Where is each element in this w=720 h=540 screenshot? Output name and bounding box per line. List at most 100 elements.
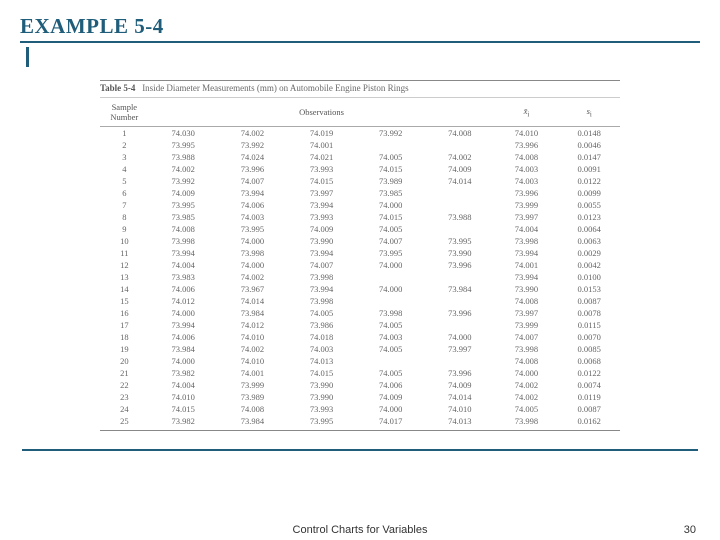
cell-observation: 74.007 (218, 175, 287, 187)
cell-observation: 73.989 (356, 175, 425, 187)
col-sample-number: Sample Number (100, 98, 149, 127)
cell-observation: 73.994 (149, 247, 218, 259)
cell-sample-number: 18 (100, 331, 149, 343)
example-heading: EXAMPLE 5-4 (20, 14, 700, 43)
cell-s: 0.0063 (558, 235, 620, 247)
cell-observation: 74.008 (425, 127, 494, 140)
cell-sample-number: 24 (100, 403, 149, 415)
cell-observation (356, 271, 425, 283)
cell-observation: 74.002 (218, 127, 287, 140)
cell-xbar: 73.990 (494, 283, 558, 295)
cell-sample-number: 22 (100, 379, 149, 391)
cell-observation: 73.994 (218, 187, 287, 199)
cell-observation: 73.996 (425, 259, 494, 271)
cell-observation (356, 295, 425, 307)
cell-observation (425, 319, 494, 331)
cell-observation: 74.000 (356, 403, 425, 415)
cell-sample-number: 16 (100, 307, 149, 319)
table-row: 2074.00074.01074.01374.0080.0068 (100, 355, 620, 367)
cell-observation: 74.000 (425, 331, 494, 343)
cell-observation: 74.004 (149, 259, 218, 271)
cell-observation: 74.000 (149, 355, 218, 367)
table-number: Table 5-4 (100, 83, 135, 93)
cell-observation: 74.013 (287, 355, 356, 367)
cell-observation: 73.995 (149, 139, 218, 151)
cell-observation: 73.985 (356, 187, 425, 199)
cell-observation: 74.009 (356, 391, 425, 403)
cell-xbar: 73.998 (494, 235, 558, 247)
cell-observation: 74.017 (356, 415, 425, 431)
cell-observation: 74.001 (218, 367, 287, 379)
cell-sample-number: 17 (100, 319, 149, 331)
cell-s: 0.0029 (558, 247, 620, 259)
table-row: 773.99574.00673.99474.00073.9990.0055 (100, 199, 620, 211)
cell-observation: 73.992 (149, 175, 218, 187)
cell-s: 0.0064 (558, 223, 620, 235)
cell-observation: 74.010 (425, 403, 494, 415)
cell-xbar: 73.996 (494, 139, 558, 151)
cell-xbar: 73.997 (494, 307, 558, 319)
cell-observation: 74.015 (287, 175, 356, 187)
table-caption: Table 5-4 Inside Diameter Measurements (… (100, 80, 620, 98)
cell-observation (425, 355, 494, 367)
table-row: 474.00273.99673.99374.01574.00974.0030.0… (100, 163, 620, 175)
table-row: 1973.98474.00274.00374.00573.99773.9980.… (100, 343, 620, 355)
cell-observation: 73.988 (425, 211, 494, 223)
cell-observation: 74.000 (356, 259, 425, 271)
table-row: 1274.00474.00074.00774.00073.99674.0010.… (100, 259, 620, 271)
cell-sample-number: 20 (100, 355, 149, 367)
cell-observation: 74.003 (287, 343, 356, 355)
cell-observation (356, 139, 425, 151)
cell-xbar: 74.003 (494, 175, 558, 187)
cell-observation: 73.996 (425, 307, 494, 319)
cell-s: 0.0123 (558, 211, 620, 223)
col-observations: Observations (149, 98, 495, 127)
bottom-divider (22, 449, 698, 451)
table-row: 1474.00673.96773.99474.00073.98473.9900.… (100, 283, 620, 295)
cell-observation (425, 295, 494, 307)
cell-s: 0.0068 (558, 355, 620, 367)
cell-observation: 74.010 (218, 355, 287, 367)
cell-s: 0.0087 (558, 295, 620, 307)
cell-s: 0.0074 (558, 379, 620, 391)
cell-observation: 74.015 (149, 403, 218, 415)
cell-s: 0.0119 (558, 391, 620, 403)
table-row: 373.98874.02474.02174.00574.00274.0080.0… (100, 151, 620, 163)
cell-xbar: 73.997 (494, 211, 558, 223)
cell-s: 0.0087 (558, 403, 620, 415)
cell-observation: 74.009 (149, 187, 218, 199)
cell-xbar: 73.998 (494, 415, 558, 431)
cell-observation: 74.019 (287, 127, 356, 140)
cell-observation: 74.015 (356, 211, 425, 223)
cell-observation: 73.982 (149, 415, 218, 431)
cell-xbar: 74.004 (494, 223, 558, 235)
cell-s: 0.0122 (558, 367, 620, 379)
cell-observation (425, 187, 494, 199)
cell-observation: 74.012 (218, 319, 287, 331)
table-row: 573.99274.00774.01573.98974.01474.0030.0… (100, 175, 620, 187)
cell-sample-number: 3 (100, 151, 149, 163)
table-row: 1173.99473.99873.99473.99573.99073.9940.… (100, 247, 620, 259)
cell-sample-number: 13 (100, 271, 149, 283)
cell-xbar: 74.005 (494, 403, 558, 415)
table-row: 674.00973.99473.99773.98573.9960.0099 (100, 187, 620, 199)
cell-observation: 73.993 (287, 211, 356, 223)
cell-observation: 74.004 (149, 379, 218, 391)
table-row: 2474.01574.00873.99374.00074.01074.0050.… (100, 403, 620, 415)
table-row: 974.00873.99574.00974.00574.0040.0064 (100, 223, 620, 235)
cell-observation: 73.984 (218, 307, 287, 319)
cell-sample-number: 6 (100, 187, 149, 199)
cell-observation: 74.013 (425, 415, 494, 431)
cell-observation: 74.018 (287, 331, 356, 343)
cell-observation: 74.007 (356, 235, 425, 247)
cell-observation: 73.998 (149, 235, 218, 247)
cell-observation: 73.994 (287, 283, 356, 295)
cell-observation: 74.009 (425, 163, 494, 175)
cell-sample-number: 11 (100, 247, 149, 259)
table-caption-text: Inside Diameter Measurements (mm) on Aut… (142, 83, 408, 93)
cell-sample-number: 21 (100, 367, 149, 379)
cell-observation: 74.002 (218, 343, 287, 355)
cell-sample-number: 23 (100, 391, 149, 403)
cell-observation: 74.015 (356, 163, 425, 175)
cell-observation (425, 271, 494, 283)
